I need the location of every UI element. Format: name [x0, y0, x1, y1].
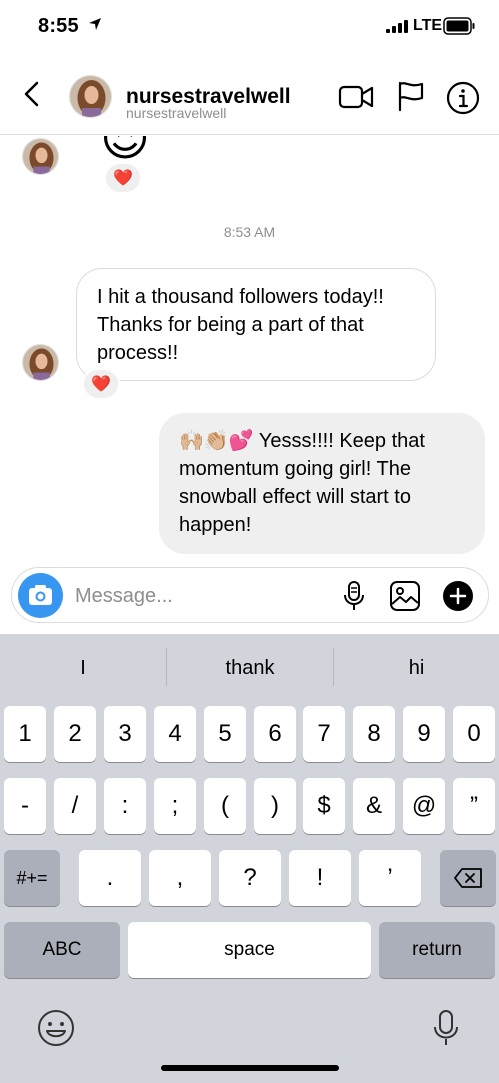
home-indicator[interactable]: [161, 1065, 339, 1071]
key-return[interactable]: return: [379, 922, 495, 978]
heart-icon: ❤️: [91, 376, 111, 393]
suggestion-2[interactable]: thank: [167, 634, 333, 702]
key-quote[interactable]: ”: [453, 778, 495, 834]
camera-button[interactable]: [18, 573, 63, 618]
key-symbols[interactable]: #+=: [4, 850, 60, 906]
key-close-paren[interactable]: ): [254, 778, 296, 834]
emoji-keyboard-icon[interactable]: [36, 1008, 76, 1048]
key-ampersand[interactable]: &: [353, 778, 395, 834]
chat-header: nursestravelwell nursestravelwell: [0, 54, 499, 135]
incoming-message-text: I hit a thousand followers today!! Thank…: [97, 286, 384, 364]
message-timestamp: 8:53 AM: [223, 224, 276, 240]
suggestion-1[interactable]: I: [0, 634, 166, 702]
flag-icon[interactable]: [396, 80, 426, 112]
keyboard: I thank hi 1 2 3 4 5 6 7 8 9 0 - / : ; (…: [0, 634, 499, 1083]
sender-avatar[interactable]: [22, 344, 59, 381]
add-content-icon[interactable]: [442, 580, 474, 612]
key-3[interactable]: 3: [104, 706, 146, 762]
key-5[interactable]: 5: [204, 706, 246, 762]
key-at[interactable]: @: [403, 778, 445, 834]
backspace-icon: [454, 868, 482, 888]
gallery-icon[interactable]: [389, 580, 421, 612]
status-time: 8:55: [38, 15, 79, 37]
network-type: LTE: [413, 17, 443, 34]
key-period[interactable]: .: [79, 850, 141, 906]
chat-thread[interactable]: 😍 ❤️ 8:53 AM I hit a thousand followers …: [0, 136, 499, 566]
key-4[interactable]: 4: [154, 706, 196, 762]
key-9[interactable]: 9: [403, 706, 445, 762]
key-0[interactable]: 0: [453, 706, 495, 762]
key-question[interactable]: ?: [219, 850, 281, 906]
location-arrow-icon: [89, 18, 101, 30]
key-2[interactable]: 2: [54, 706, 96, 762]
video-call-icon[interactable]: [338, 82, 374, 112]
cellular-signal-icon: [386, 20, 408, 33]
heart-reaction[interactable]: ❤️: [104, 162, 142, 194]
microphone-icon[interactable]: [340, 580, 368, 612]
key-exclamation[interactable]: !: [289, 850, 351, 906]
key-6[interactable]: 6: [254, 706, 296, 762]
key-backspace[interactable]: [440, 850, 496, 906]
heart-eyes-emoji-message[interactable]: 😍: [100, 136, 150, 164]
key-hyphen[interactable]: -: [4, 778, 46, 834]
outgoing-message-bubble[interactable]: 🙌🏼👏🏼💕 Yesss!!!! Keep that momentum going…: [159, 413, 485, 554]
key-1[interactable]: 1: [4, 706, 46, 762]
profile-avatar[interactable]: [69, 75, 112, 118]
key-space[interactable]: space: [128, 922, 371, 978]
key-semicolon[interactable]: ;: [154, 778, 196, 834]
sender-avatar[interactable]: [22, 138, 59, 175]
back-chevron-icon[interactable]: [18, 80, 46, 108]
key-apostrophe[interactable]: ’: [359, 850, 421, 906]
camera-icon: [29, 585, 52, 605]
key-slash[interactable]: /: [54, 778, 96, 834]
outgoing-message-text: 🙌🏼👏🏼💕 Yesss!!!! Keep that momentum going…: [179, 430, 425, 536]
key-7[interactable]: 7: [303, 706, 345, 762]
key-dollar[interactable]: $: [303, 778, 345, 834]
battery-icon: [443, 17, 475, 35]
heart-reaction[interactable]: ❤️: [82, 368, 120, 400]
message-input[interactable]: [75, 582, 325, 610]
key-comma[interactable]: ,: [149, 850, 211, 906]
key-open-paren[interactable]: (: [204, 778, 246, 834]
status-bar: 8:55 LTE: [0, 0, 499, 54]
key-abc[interactable]: ABC: [4, 922, 120, 978]
info-icon[interactable]: [446, 81, 480, 115]
heart-icon: ❤️: [113, 170, 133, 187]
message-composer: [11, 567, 489, 623]
key-colon[interactable]: :: [104, 778, 146, 834]
key-8[interactable]: 8: [353, 706, 395, 762]
suggestion-3[interactable]: hi: [334, 634, 499, 702]
incoming-message-bubble[interactable]: I hit a thousand followers today!! Thank…: [76, 268, 436, 381]
dictation-mic-icon[interactable]: [430, 1008, 462, 1048]
chat-subtitle: nursestravelwell: [126, 105, 227, 121]
